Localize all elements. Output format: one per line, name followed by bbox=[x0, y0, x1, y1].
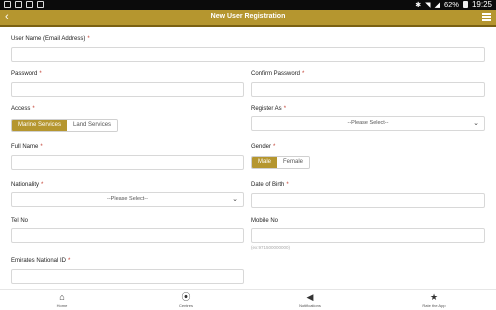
user-name-input[interactable] bbox=[11, 47, 485, 62]
wifi-icon: ◥ bbox=[425, 1, 431, 9]
emirates-id-label: Emirates National ID * bbox=[11, 258, 71, 264]
register-as-select[interactable]: --Please Select-- ⌄ bbox=[251, 116, 485, 131]
tel-no-input[interactable] bbox=[11, 228, 244, 243]
nationality-label: Nationality * bbox=[11, 182, 44, 188]
access-toggle: Marine Services Land Services bbox=[11, 119, 119, 132]
confirm-password-label: Confirm Password * bbox=[251, 71, 305, 77]
megaphone-icon: ◀ bbox=[306, 292, 314, 302]
notification-icon bbox=[26, 1, 33, 8]
nationality-select[interactable]: --Please Select-- ⌄ bbox=[11, 192, 244, 207]
registration-form: User Name (Email Address) * Password * Con… bbox=[0, 29, 496, 288]
notification-icon bbox=[15, 1, 22, 8]
gender-label: Gender * bbox=[251, 144, 276, 150]
home-icon: ⌂ bbox=[59, 292, 65, 302]
emirates-id-input[interactable] bbox=[11, 269, 244, 284]
male-option[interactable]: Male bbox=[252, 157, 278, 168]
password-label: Password * bbox=[11, 71, 42, 77]
date-of-birth-label: Date of Birth * bbox=[251, 182, 289, 188]
password-input[interactable] bbox=[11, 82, 244, 97]
chevron-down-icon: ⌄ bbox=[473, 120, 479, 127]
notification-icon bbox=[37, 1, 44, 8]
app-bar: ‹ New User Registration bbox=[0, 10, 496, 27]
date-of-birth-input[interactable] bbox=[251, 193, 485, 208]
female-option[interactable]: Female bbox=[277, 157, 310, 168]
nav-home-label: Home bbox=[56, 303, 68, 308]
bottom-nav: ⌂ Home ⦿ Centres ◀ Notifications ★ Rate … bbox=[0, 289, 496, 310]
gender-toggle: Male Female bbox=[251, 156, 311, 169]
page-title: New User Registration bbox=[210, 13, 286, 20]
mobile-no-label: Mobile No bbox=[251, 218, 279, 224]
marine-services-option[interactable]: Marine Services bbox=[12, 120, 68, 131]
nav-home[interactable]: ⌂ Home bbox=[0, 290, 124, 310]
confirm-password-input[interactable] bbox=[251, 82, 485, 97]
full-name-label: Full Name * bbox=[11, 144, 43, 150]
register-as-label: Register As * bbox=[251, 106, 287, 112]
chevron-down-icon: ⌄ bbox=[232, 196, 238, 203]
nav-centres-label: Centres bbox=[178, 303, 193, 308]
register-as-value: --Please Select-- bbox=[347, 120, 389, 126]
tel-no-label: Tel No bbox=[11, 218, 29, 224]
clock: 19:25 bbox=[471, 0, 492, 9]
notification-icon bbox=[4, 1, 11, 8]
nav-centres[interactable]: ⦿ Centres bbox=[124, 290, 248, 310]
status-bar: ✱ ◥ ◢ 62% 19:25 bbox=[0, 0, 496, 10]
star-icon: ★ bbox=[429, 292, 439, 302]
battery-icon bbox=[462, 1, 468, 8]
bluetooth-icon: ✱ bbox=[415, 1, 422, 9]
land-services-option[interactable]: Land Services bbox=[67, 120, 118, 131]
nav-notifications-label: Notifications bbox=[299, 303, 321, 308]
nationality-value: --Please Select-- bbox=[107, 196, 148, 202]
full-name-input[interactable] bbox=[11, 155, 244, 170]
nav-rate-app-label: Rate the App bbox=[422, 303, 446, 308]
nav-rate-app[interactable]: ★ Rate the App bbox=[372, 290, 496, 310]
mobile-no-hint: (ex:971500000000) bbox=[251, 245, 291, 250]
notification-icons bbox=[4, 1, 44, 8]
hamburger-menu-icon[interactable] bbox=[482, 13, 491, 21]
battery-percent: 62% bbox=[443, 0, 459, 9]
signal-icon: ◢ bbox=[434, 1, 440, 9]
user-name-label: User Name (Email Address) * bbox=[11, 36, 90, 42]
access-label: Access * bbox=[11, 106, 35, 112]
location-pin-icon: ⦿ bbox=[181, 292, 191, 302]
nav-notifications[interactable]: ◀ Notifications bbox=[248, 290, 372, 310]
mobile-no-input[interactable] bbox=[251, 228, 485, 243]
